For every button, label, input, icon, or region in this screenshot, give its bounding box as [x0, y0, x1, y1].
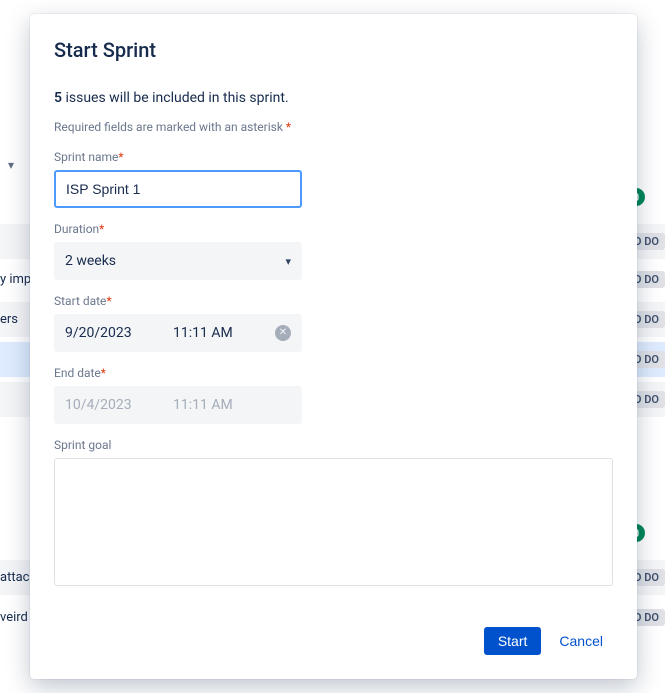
end-date-value: 10/4/2023: [65, 397, 165, 413]
chevron-down-icon[interactable]: ▾: [8, 158, 14, 172]
start-time-value: 11:11 AM: [173, 325, 291, 341]
row-text: veird: [0, 610, 28, 625]
duration-value: 2 weeks: [65, 253, 116, 269]
start-date-value: 9/20/2023: [65, 325, 165, 341]
start-date-label: Start date*: [54, 294, 613, 308]
sprint-name-label: Sprint name*: [54, 150, 613, 164]
issue-count-summary: 5 issues will be included in this sprint…: [54, 90, 613, 106]
sprint-goal-label: Sprint goal: [54, 438, 613, 452]
end-date-label: End date*: [54, 366, 613, 380]
row-text: y imp: [0, 272, 31, 287]
clear-icon[interactable]: ✕: [275, 325, 291, 341]
sprint-name-input[interactable]: [54, 170, 302, 208]
modal-title: Start Sprint: [54, 38, 613, 62]
row-text: ers: [0, 312, 18, 327]
sprint-goal-textarea[interactable]: [54, 458, 613, 586]
end-date-input[interactable]: 10/4/2023 11:11 AM: [54, 386, 302, 424]
duration-label: Duration*: [54, 222, 613, 236]
duration-select[interactable]: 2 weeks ▾: [54, 242, 302, 280]
modal-footer: Start Cancel: [54, 627, 613, 655]
required-fields-note: Required fields are marked with an aster…: [54, 120, 613, 134]
start-date-input[interactable]: 9/20/2023 11:11 AM ✕: [54, 314, 302, 352]
chevron-down-icon: ▾: [285, 255, 291, 268]
end-time-value: 11:11 AM: [173, 397, 291, 413]
start-button[interactable]: Start: [484, 627, 542, 655]
cancel-button[interactable]: Cancel: [549, 627, 613, 655]
start-sprint-modal: Start Sprint 5 issues will be included i…: [30, 14, 637, 679]
